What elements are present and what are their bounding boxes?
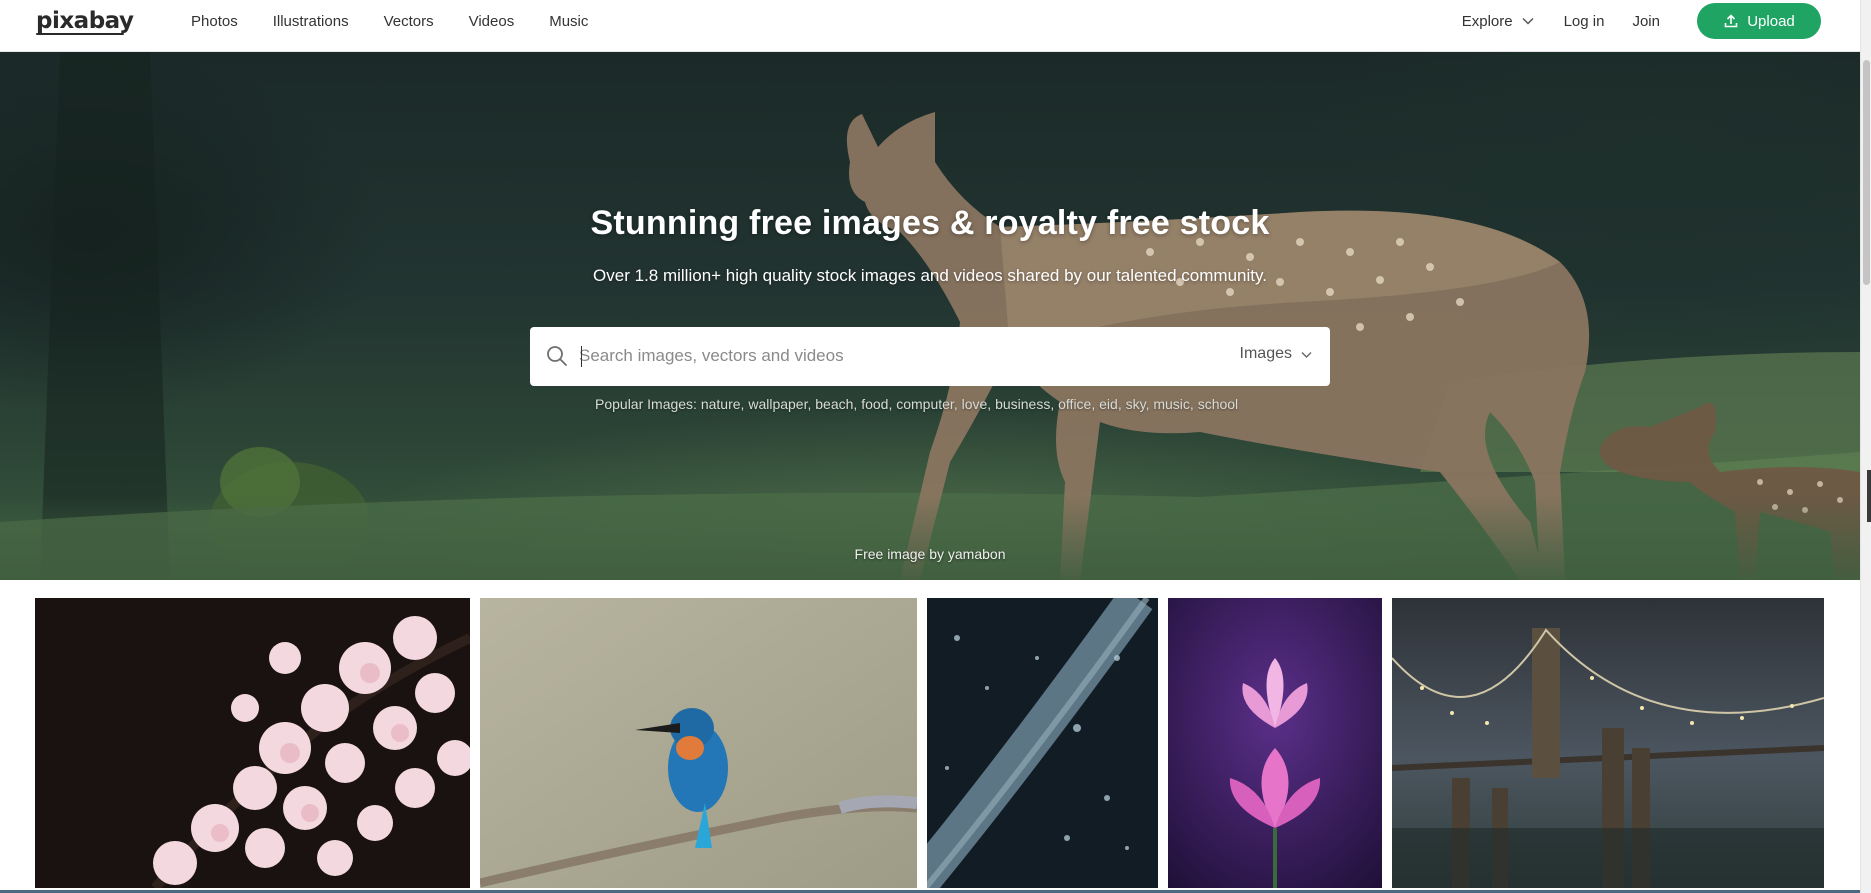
popular-searches: Popular Images: nature, wallpaper, beach… xyxy=(595,396,1239,412)
popular-tag[interactable]: music xyxy=(1153,396,1190,412)
popular-tag[interactable]: love xyxy=(962,396,988,412)
upload-icon xyxy=(1724,14,1738,28)
popular-tag[interactable]: computer xyxy=(896,396,954,412)
media-type-dropdown[interactable]: Images xyxy=(1240,345,1313,363)
chevron-down-icon xyxy=(1522,17,1534,25)
popular-tag[interactable]: office xyxy=(1058,396,1091,412)
kingfisher-image xyxy=(480,598,917,888)
nav-music[interactable]: Music xyxy=(549,13,588,30)
upload-label: Upload xyxy=(1747,12,1795,30)
brooklyn-bridge-image xyxy=(1392,598,1824,888)
lotus-image xyxy=(1168,598,1382,888)
popular-tag[interactable]: wallpaper xyxy=(748,396,807,412)
hero-subtitle: Over 1.8 million+ high quality stock ima… xyxy=(593,266,1267,285)
main-nav: Photos Illustrations Vectors Videos Musi… xyxy=(191,0,623,42)
logo-underline xyxy=(36,33,124,35)
popular-prefix: Popular Images: xyxy=(595,396,697,412)
cherry-blossom-image xyxy=(35,598,470,888)
page-scrollbar[interactable] xyxy=(1860,0,1871,893)
chevron-down-icon xyxy=(1301,351,1312,358)
text-caret xyxy=(581,346,582,367)
gallery-tile-cherry-blossom[interactable] xyxy=(35,598,470,888)
gallery-tile-kingfisher[interactable] xyxy=(480,598,917,888)
nav-videos[interactable]: Videos xyxy=(469,13,515,30)
image-credit[interactable]: Free image by yamabon xyxy=(0,546,1860,562)
search-bar: Images xyxy=(530,327,1330,386)
nav-photos[interactable]: Photos xyxy=(191,13,238,30)
pixabay-logo[interactable]: pixabay xyxy=(36,8,134,34)
gallery-tile-lotus[interactable] xyxy=(1168,598,1382,888)
popular-tag[interactable]: sky xyxy=(1126,396,1146,412)
scrollbar-thumb[interactable] xyxy=(1863,60,1870,285)
login-link[interactable]: Log in xyxy=(1564,13,1605,30)
explore-menu[interactable]: Explore xyxy=(1462,13,1535,30)
search-icon[interactable] xyxy=(546,345,568,367)
top-header: pixabay Photos Illustrations Vectors Vid… xyxy=(0,0,1860,52)
upload-button[interactable]: Upload xyxy=(1697,3,1821,39)
popular-tag[interactable]: business xyxy=(995,396,1050,412)
gallery-tile-brooklyn-bridge[interactable] xyxy=(1392,598,1824,888)
nav-vectors[interactable]: Vectors xyxy=(384,13,434,30)
nav-illustrations[interactable]: Illustrations xyxy=(273,13,349,30)
media-type-selected: Images xyxy=(1239,345,1292,362)
search-input[interactable] xyxy=(579,339,1219,373)
popular-tag[interactable]: eid xyxy=(1099,396,1118,412)
popular-tag[interactable]: nature xyxy=(701,396,741,412)
hero-title: Stunning free images & royalty free stoc… xyxy=(590,204,1270,242)
rain-railing-image xyxy=(927,598,1158,888)
popular-tag[interactable]: beach xyxy=(815,396,853,412)
gallery-tile-rain-railing[interactable] xyxy=(927,598,1158,888)
join-link[interactable]: Join xyxy=(1632,13,1660,30)
header-actions: Explore Log in Join Upload xyxy=(1462,0,1821,42)
popular-tag[interactable]: school xyxy=(1198,396,1238,412)
hero-ground-overlay xyxy=(0,495,1860,580)
explore-label: Explore xyxy=(1461,12,1513,30)
scrollbar-marker xyxy=(1867,470,1871,522)
popular-tag[interactable]: food xyxy=(861,396,888,412)
hero-banner: Stunning free images & royalty free stoc… xyxy=(0,52,1860,580)
